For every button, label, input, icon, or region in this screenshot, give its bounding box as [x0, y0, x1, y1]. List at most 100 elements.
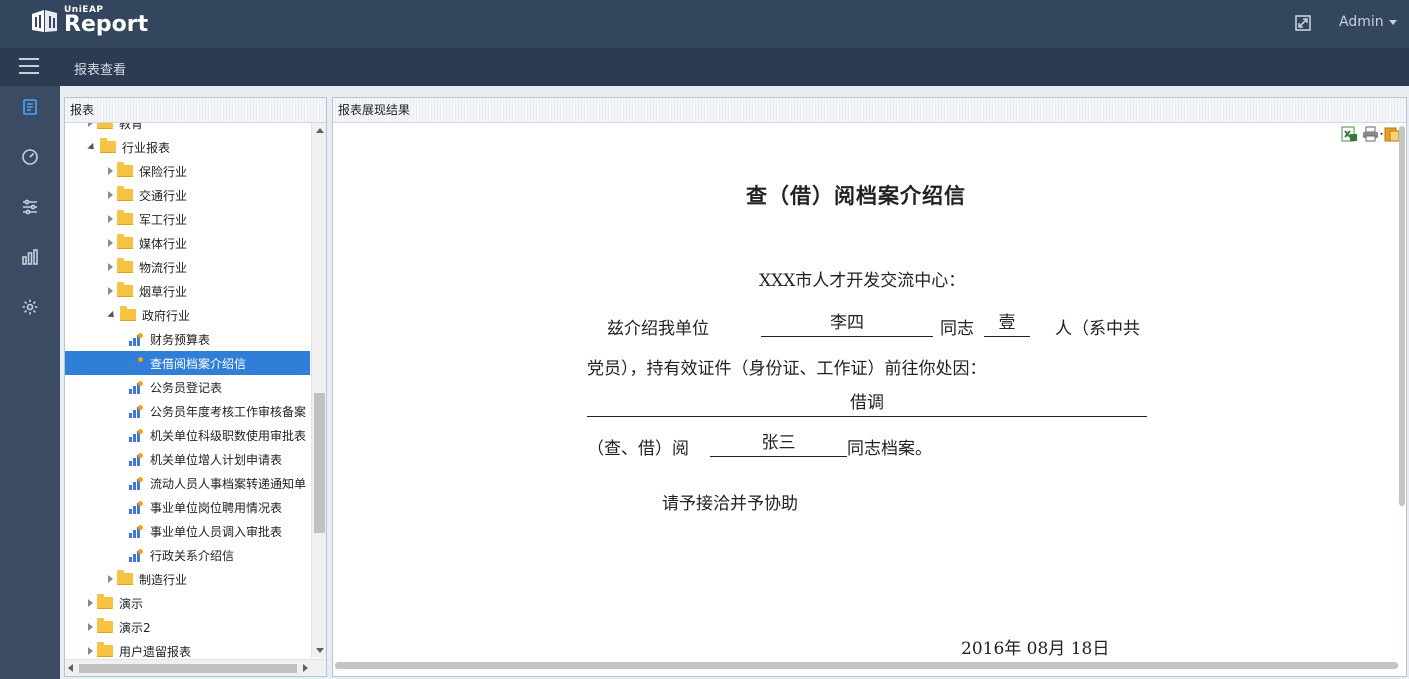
menu-toggle-icon[interactable] [19, 58, 39, 74]
expanded-arrow-icon[interactable] [107, 310, 117, 320]
folder-icon [117, 162, 133, 177]
report-horizontal-scrollbar[interactable] [335, 662, 1398, 669]
document-date: 2016年 08月 18日 [961, 639, 1110, 659]
sliders-icon [23, 199, 37, 215]
tree-folder-item[interactable]: 保险行业 [65, 159, 310, 183]
tree-horizontal-scrollbar[interactable] [65, 659, 326, 676]
tree-report-item[interactable]: 事业单位人员调入审批表 [65, 519, 310, 543]
scroll-down-icon[interactable] [316, 648, 324, 653]
tree-item-label: 媒体行业 [139, 236, 188, 251]
tree-folder-item[interactable]: 演示 [65, 591, 310, 615]
folder-icon [117, 258, 133, 273]
tree-item-label: 事业单位岗位聘用情况表 [150, 500, 283, 515]
tree-report-item[interactable]: 事业单位岗位聘用情况表 [65, 495, 310, 519]
report-chart-icon [129, 548, 143, 562]
app-logo[interactable]: UniEAP Report [30, 4, 148, 38]
tree-report-item[interactable]: 行政关系介绍信 [65, 543, 310, 567]
report-chart-icon [129, 380, 143, 394]
collapsed-arrow-icon[interactable] [108, 191, 113, 199]
tree-folder-item[interactable]: 政府行业 [65, 303, 310, 327]
report-chart-icon [129, 524, 143, 538]
collapsed-arrow-icon[interactable] [108, 575, 113, 583]
collapsed-arrow-icon[interactable] [108, 215, 113, 223]
nav-settings-sliders[interactable] [0, 186, 60, 228]
tree-folder-item[interactable]: 教育 [65, 123, 310, 135]
tree-report-item[interactable]: 公务员年度考核工作审核备案 [65, 399, 310, 423]
tree-folder-item[interactable]: 交通行业 [65, 183, 310, 207]
tree-item-label: 财务预算表 [150, 332, 211, 347]
nav-report[interactable] [0, 86, 60, 128]
logo-big-text: Report [64, 12, 149, 37]
report-chart-icon [129, 500, 143, 514]
report-document: 查（借）阅档案介绍信 XXX市人才开发交流中心： 兹介绍我单位 李四 同志 壹 … [333, 123, 1393, 659]
tree-item-label: 机关单位增人计划申请表 [150, 452, 283, 467]
scroll-up-icon[interactable] [316, 128, 324, 133]
tree-item-label: 流动人员人事档案转递通知单 [150, 476, 307, 491]
report-panel-title: 报表展现结果 [333, 98, 1406, 123]
tree-folder-item[interactable]: 行业报表 [65, 135, 310, 159]
tree-item-label: 行政关系介绍信 [150, 548, 235, 563]
tree-item-label: 交通行业 [139, 188, 188, 203]
nav-system[interactable] [0, 286, 60, 328]
report-result-panel: 报表展现结果 查（借）阅档案介绍信 XXX市人才开发交流中心： 兹介绍我单位 李… [332, 97, 1407, 677]
tree-folder-item[interactable]: 军工行业 [65, 207, 310, 231]
tree-folder-item[interactable]: 烟草行业 [65, 279, 310, 303]
tree-folder-item[interactable]: 媒体行业 [65, 231, 310, 255]
person-count-field: 壹 [984, 311, 1030, 337]
tree-report-item[interactable]: 查借阅档案介绍信 [65, 351, 310, 375]
tree-item-label: 公务员年度考核工作审核备案 [150, 404, 307, 419]
bar-chart-icon [22, 249, 38, 265]
tree-report-item[interactable]: 流动人员人事档案转递通知单 [65, 471, 310, 495]
scroll-right-icon[interactable] [303, 664, 308, 672]
tree-panel-title: 报表 [65, 98, 326, 123]
collapsed-arrow-icon[interactable] [108, 239, 113, 247]
folder-icon [120, 306, 136, 321]
report-chart-icon [129, 332, 143, 346]
tree-item-label: 保险行业 [139, 164, 188, 179]
document-closing: 请予接洽并予协助 [662, 494, 798, 514]
collapsed-arrow-icon[interactable] [88, 123, 93, 127]
user-menu[interactable]: Admin [1339, 14, 1397, 30]
tree-report-item[interactable]: 机关单位科级职数使用审批表 [65, 423, 310, 447]
tree-item-label: 烟草行业 [139, 284, 188, 299]
tree-item-label: 军工行业 [139, 212, 188, 227]
expanded-arrow-icon[interactable] [87, 142, 97, 152]
tree-item-label: 教育 [119, 123, 144, 131]
tree-report-item[interactable]: 公务员登记表 [65, 375, 310, 399]
tree-folder-item[interactable]: 用户遗留报表 [65, 639, 310, 658]
nav-statistics[interactable] [0, 236, 60, 278]
scroll-thumb-horizontal[interactable] [79, 664, 297, 673]
tree-report-item[interactable]: 机关单位增人计划申请表 [65, 447, 310, 471]
tree-item-label: 演示2 [119, 620, 151, 635]
collapsed-arrow-icon[interactable] [88, 623, 93, 631]
line3-suffix: 同志档案。 [847, 439, 932, 459]
collapsed-arrow-icon[interactable] [88, 647, 93, 655]
document-salutation: XXX市人才开发交流中心： [759, 271, 966, 291]
tree-folder-item[interactable]: 演示2 [65, 615, 310, 639]
report-icon [23, 99, 37, 115]
report-tree-panel: 报表 教育行业报表保险行业交通行业军工行业媒体行业物流行业烟草行业政府行业财务预… [64, 97, 327, 677]
tree-folder-item[interactable]: 制造行业 [65, 567, 310, 591]
collapsed-arrow-icon[interactable] [108, 167, 113, 175]
tree-item-label: 制造行业 [139, 572, 188, 587]
scroll-thumb[interactable] [314, 393, 325, 533]
fullscreen-icon[interactable] [1294, 14, 1312, 32]
report-chart-icon [129, 452, 143, 466]
report-vertical-scrollbar[interactable] [1399, 126, 1405, 506]
collapsed-arrow-icon[interactable] [108, 287, 113, 295]
nav-dashboard[interactable] [0, 136, 60, 178]
collapsed-arrow-icon[interactable] [88, 599, 93, 607]
folder-icon [117, 210, 133, 225]
tree-item-label: 机关单位科级职数使用审批表 [150, 428, 307, 443]
scroll-left-icon[interactable] [68, 664, 73, 672]
collapsed-arrow-icon[interactable] [108, 263, 113, 271]
tree-report-item[interactable]: 财务预算表 [65, 327, 310, 351]
reason-field: 借调 [587, 391, 1147, 417]
icon-sidebar [0, 86, 60, 679]
tree-folder-item[interactable]: 物流行业 [65, 255, 310, 279]
line3-prefix: （查、借）阅 [587, 439, 689, 459]
folder-icon [97, 642, 113, 657]
folder-icon [100, 138, 116, 153]
folder-icon [97, 618, 113, 633]
tree-vertical-scrollbar[interactable] [311, 123, 326, 658]
